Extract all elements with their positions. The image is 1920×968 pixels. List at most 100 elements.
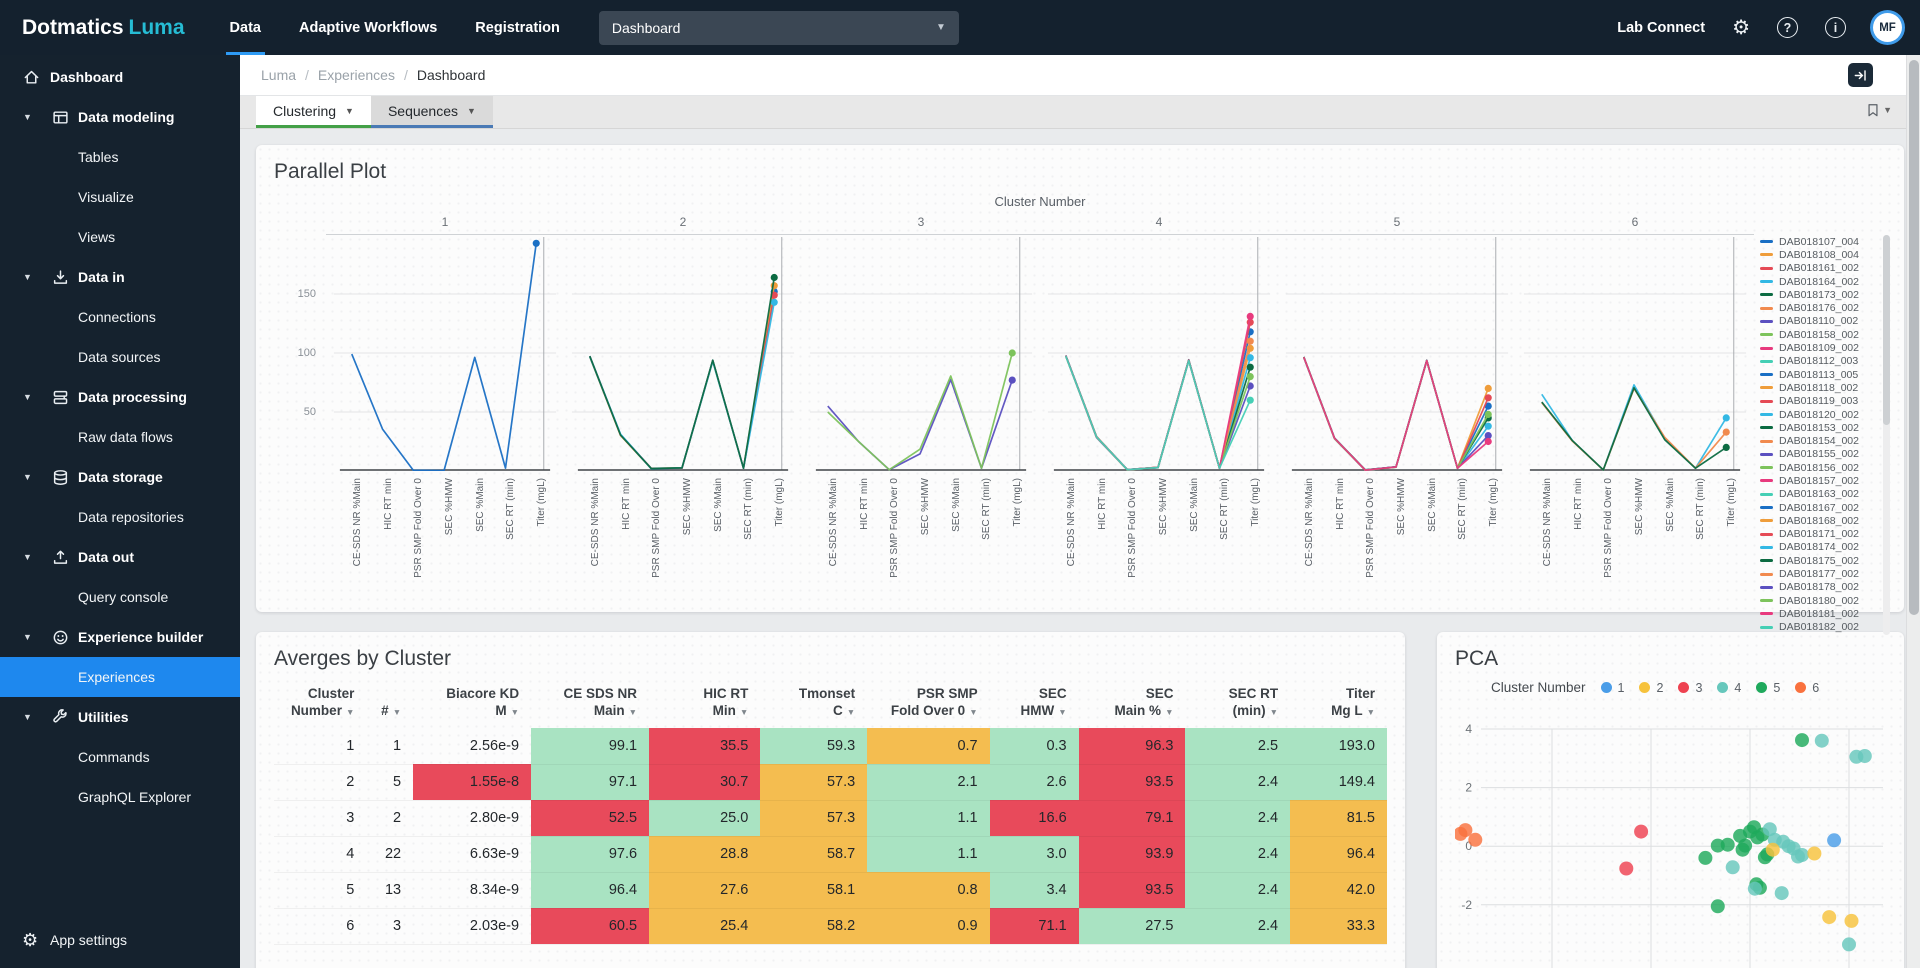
column-header[interactable]: SEC RT (min) ▼	[1185, 683, 1290, 728]
sidebar-item-data-storage[interactable]: ▼ Data storage	[0, 457, 240, 497]
legend-item[interactable]: DAB018181_002	[1760, 607, 1876, 620]
pca-legend-item[interactable]: 3	[1678, 681, 1702, 695]
chevron-down-icon[interactable]: ▼	[23, 472, 32, 482]
legend-item[interactable]: DAB018173_002	[1760, 288, 1876, 301]
pca-legend-item[interactable]: 1	[1600, 681, 1624, 695]
legend-scrollbar-thumb[interactable]	[1883, 235, 1890, 425]
column-header[interactable]: PSR SMP Fold Over 0 ▼	[867, 683, 989, 728]
sidebar-item-tables[interactable]: Tables	[0, 137, 240, 177]
legend-item[interactable]: DAB018154_002	[1760, 434, 1876, 447]
legend-item[interactable]: DAB018113_005	[1760, 368, 1876, 381]
sidebar-item-data-in[interactable]: ▼ Data in	[0, 257, 240, 297]
nav-registration[interactable]: Registration	[456, 0, 579, 55]
column-header[interactable]: CE SDS NR Main ▼	[531, 683, 649, 728]
bookmark-icon[interactable]: ▼	[1866, 102, 1892, 118]
settings-gear-icon[interactable]: ⚙	[1732, 18, 1750, 38]
column-header[interactable]: SEC Main % ▼	[1079, 683, 1186, 728]
legend-item[interactable]: DAB018119_003	[1760, 395, 1876, 408]
sidebar-item-query-console[interactable]: Query console	[0, 577, 240, 617]
legend-item[interactable]: DAB018112_003	[1760, 355, 1876, 368]
legend-item[interactable]: DAB018107_004	[1760, 235, 1876, 248]
sidebar-item-experiences[interactable]: Experiences	[0, 657, 240, 697]
sidebar-item-data-modeling[interactable]: ▼ Data modeling	[0, 97, 240, 137]
pca-legend-item[interactable]: 2	[1639, 681, 1663, 695]
column-header[interactable]: HIC RT Min ▼	[649, 683, 760, 728]
nav-adaptive-workflows[interactable]: Adaptive Workflows	[280, 0, 456, 55]
legend-item[interactable]: DAB018155_002	[1760, 448, 1876, 461]
lab-connect-link[interactable]: Lab Connect	[1617, 20, 1705, 36]
legend-item[interactable]: DAB018182_002	[1760, 621, 1876, 633]
chevron-down-icon[interactable]: ▼	[23, 552, 32, 562]
legend-color-dash	[1760, 426, 1773, 430]
breadcrumb-luma[interactable]: Luma	[261, 67, 296, 83]
legend-item[interactable]: DAB018168_002	[1760, 514, 1876, 527]
sidebar-item-data-out[interactable]: ▼ Data out	[0, 537, 240, 577]
chevron-down-icon[interactable]: ▼	[23, 392, 32, 402]
legend-item[interactable]: DAB018176_002	[1760, 301, 1876, 314]
sidebar-item-dashboard[interactable]: Dashboard	[0, 57, 240, 97]
legend-item[interactable]: DAB018167_002	[1760, 501, 1876, 514]
pca-legend-item[interactable]: 5	[1756, 681, 1780, 695]
legend-item[interactable]: DAB018164_002	[1760, 275, 1876, 288]
legend-item[interactable]: DAB018174_002	[1760, 541, 1876, 554]
legend-item[interactable]: DAB018109_002	[1760, 341, 1876, 354]
legend-color-dash	[1760, 479, 1773, 483]
pca-legend-item[interactable]: 6	[1795, 681, 1819, 695]
legend-item[interactable]: DAB018120_002	[1760, 408, 1876, 421]
chevron-down-icon[interactable]: ▼	[23, 272, 32, 282]
legend-item[interactable]: DAB018153_002	[1760, 421, 1876, 434]
sidebar-item-views[interactable]: Views	[0, 217, 240, 257]
chevron-down-icon[interactable]: ▼	[23, 632, 32, 642]
sidebar-item-raw-data-flows[interactable]: Raw data flows	[0, 417, 240, 457]
page-scrollbar[interactable]	[1906, 55, 1920, 968]
breadcrumb-experiences[interactable]: Experiences	[318, 67, 395, 83]
sidebar-item-commands[interactable]: Commands	[0, 737, 240, 777]
legend-item[interactable]: DAB018178_002	[1760, 581, 1876, 594]
legend-item[interactable]: DAB018177_002	[1760, 567, 1876, 580]
dashboard-select[interactable]: Dashboard ▼	[598, 10, 959, 45]
sidebar-item-data-repositories[interactable]: Data repositories	[0, 497, 240, 537]
legend-item[interactable]: DAB018157_002	[1760, 474, 1876, 487]
pca-scatter-plot: 420-2	[1455, 722, 1883, 968]
tab-clustering[interactable]: Clustering ▼	[256, 96, 371, 128]
column-header[interactable]: Biacore KD M ▼	[413, 683, 531, 728]
legend-item[interactable]: DAB018156_002	[1760, 461, 1876, 474]
column-header[interactable]: Cluster Number ▼	[274, 683, 366, 728]
legend-item[interactable]: DAB018163_002	[1760, 488, 1876, 501]
sidebar-item-utilities[interactable]: ▼ Utilities	[0, 697, 240, 737]
axis-label: Titer (mgL)	[536, 478, 548, 527]
collapse-panel-icon[interactable]	[1848, 63, 1873, 87]
legend-item[interactable]: DAB018171_002	[1760, 528, 1876, 541]
help-icon[interactable]: ?	[1777, 17, 1798, 38]
column-header[interactable]: SEC HMW ▼	[990, 683, 1079, 728]
column-header[interactable]: # ▼	[366, 683, 413, 728]
sidebar-item-connections[interactable]: Connections	[0, 297, 240, 337]
chevron-down-icon[interactable]: ▼	[23, 112, 32, 122]
pca-legend-item[interactable]: 4	[1717, 681, 1741, 695]
legend-item[interactable]: DAB018118_002	[1760, 381, 1876, 394]
info-icon[interactable]: i	[1825, 17, 1846, 38]
legend-item[interactable]: DAB018108_004	[1760, 248, 1876, 261]
sidebar-item-app-settings[interactable]: ⚙ App settings	[0, 920, 240, 960]
page-scrollbar-thumb[interactable]	[1909, 60, 1919, 615]
tab-sequences[interactable]: Sequences ▼	[370, 96, 493, 128]
sidebar-item-visualize[interactable]: Visualize	[0, 177, 240, 217]
axis-label: SEC RT (min)	[1457, 478, 1469, 540]
legend-item[interactable]: DAB018180_002	[1760, 594, 1876, 607]
sidebar-item-data-processing[interactable]: ▼ Data processing	[0, 377, 240, 417]
legend-item[interactable]: DAB018175_002	[1760, 554, 1876, 567]
user-avatar[interactable]: MF	[1873, 13, 1902, 42]
sidebar-item-label: Tables	[78, 149, 119, 165]
facet-plot	[1285, 237, 1509, 471]
legend-item[interactable]: DAB018161_002	[1760, 262, 1876, 275]
column-header[interactable]: Titer Mg L ▼	[1290, 683, 1387, 728]
sidebar-item-graphql-explorer[interactable]: GraphQL Explorer	[0, 777, 240, 817]
nav-data[interactable]: Data	[211, 0, 280, 55]
legend-item[interactable]: DAB018158_002	[1760, 328, 1876, 341]
column-header[interactable]: Tmonset C ▼	[760, 683, 867, 728]
legend-item[interactable]: DAB018110_002	[1760, 315, 1876, 328]
chevron-down-icon[interactable]: ▼	[23, 712, 32, 722]
sidebar-item-experience-builder[interactable]: ▼ Experience builder	[0, 617, 240, 657]
legend-scrollbar[interactable]	[1883, 235, 1890, 635]
sidebar-item-data-sources[interactable]: Data sources	[0, 337, 240, 377]
